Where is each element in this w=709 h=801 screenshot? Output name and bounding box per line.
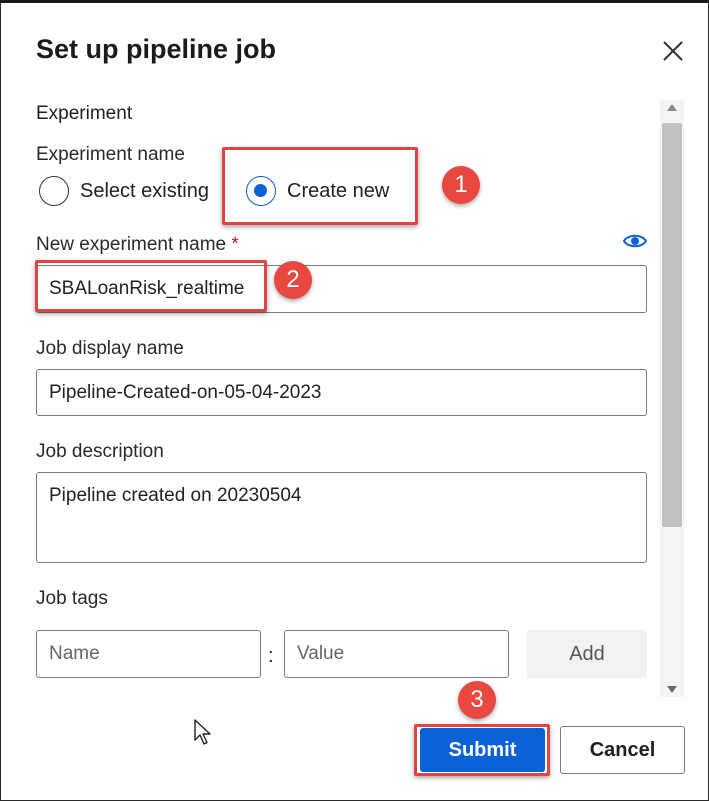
job-display-name-input[interactable]: Pipeline-Created-on-05-04-2023 — [36, 369, 647, 416]
required-marker: * — [231, 234, 239, 255]
new-experiment-name-text: New experiment name — [36, 234, 227, 255]
new-experiment-name-label: New experiment name * — [36, 234, 239, 256]
dialog-title: Set up pipeline job — [36, 34, 277, 64]
select-existing-radio[interactable]: Select existing — [39, 176, 209, 206]
step-2-badge: 2 — [274, 261, 312, 299]
experiment-section-heading: Experiment — [36, 103, 133, 124]
tag-value-input[interactable]: Value — [284, 630, 509, 678]
experiment-name-label: Experiment name — [36, 144, 185, 165]
submit-button[interactable]: Submit — [420, 728, 545, 772]
create-new-label: Create new — [287, 179, 390, 202]
scroll-up-arrow-icon[interactable] — [667, 104, 677, 111]
job-description-textarea[interactable]: Pipeline created on 20230504 — [36, 472, 647, 563]
radio-checked-icon — [246, 176, 276, 206]
create-new-radio[interactable]: Create new — [246, 176, 389, 206]
scrollbar-thumb[interactable] — [662, 123, 682, 527]
close-icon[interactable] — [660, 38, 686, 64]
job-description-label: Job description — [36, 441, 164, 462]
radio-unchecked-icon — [39, 176, 69, 206]
job-tags-label: Job tags — [36, 588, 108, 609]
add-tag-button[interactable]: Add — [527, 630, 647, 678]
select-existing-label: Select existing — [80, 179, 209, 202]
tag-name-input[interactable]: Name — [36, 630, 261, 678]
mouse-pointer-icon — [193, 718, 213, 748]
scroll-down-arrow-icon[interactable] — [667, 686, 677, 693]
cancel-button[interactable]: Cancel — [560, 726, 685, 774]
step-1-badge: 1 — [442, 166, 480, 204]
eye-icon[interactable] — [622, 231, 648, 251]
tag-separator: : — [268, 645, 274, 667]
new-experiment-name-input[interactable]: SBALoanRisk_realtime — [36, 265, 647, 313]
job-display-name-label: Job display name — [36, 338, 184, 359]
step-3-badge: 3 — [458, 681, 496, 719]
